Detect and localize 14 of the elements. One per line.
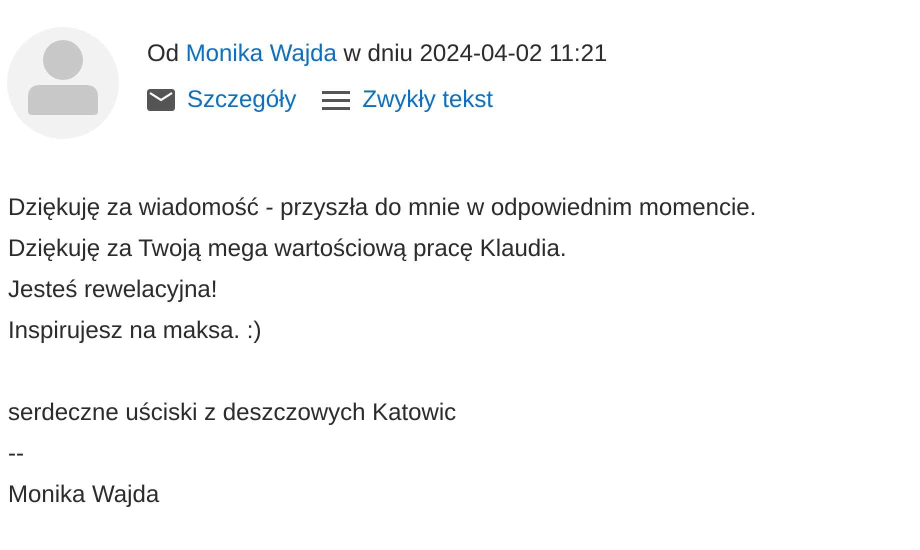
envelope-icon bbox=[147, 89, 175, 111]
plain-text-link[interactable]: Zwykły tekst bbox=[362, 85, 494, 115]
message-line: Dziękuję za wiadomość - przyszła do mnie w odpowiednim momencie. bbox=[8, 193, 756, 223]
sender-line: Od Monika Wajda w dniu 2024-04-02 11:21 bbox=[147, 39, 608, 69]
message-line: -- bbox=[8, 439, 24, 469]
message-line: Monika Wajda bbox=[8, 480, 160, 510]
message-line: Dziękuję za Twoją mega wartościową pracę Klaudia. bbox=[8, 234, 567, 264]
details-link[interactable]: Szczegóły bbox=[187, 85, 296, 115]
avatar-icon bbox=[7, 27, 119, 139]
message-line: serdeczne uściski z deszczowych Katowic bbox=[8, 398, 456, 428]
message-line: Inspirujesz na maksa. :) bbox=[8, 316, 262, 346]
message-line: Jesteś rewelacyjna! bbox=[8, 275, 218, 305]
menu-icon bbox=[322, 90, 350, 110]
sender-link[interactable]: Monika Wajda bbox=[186, 40, 337, 67]
